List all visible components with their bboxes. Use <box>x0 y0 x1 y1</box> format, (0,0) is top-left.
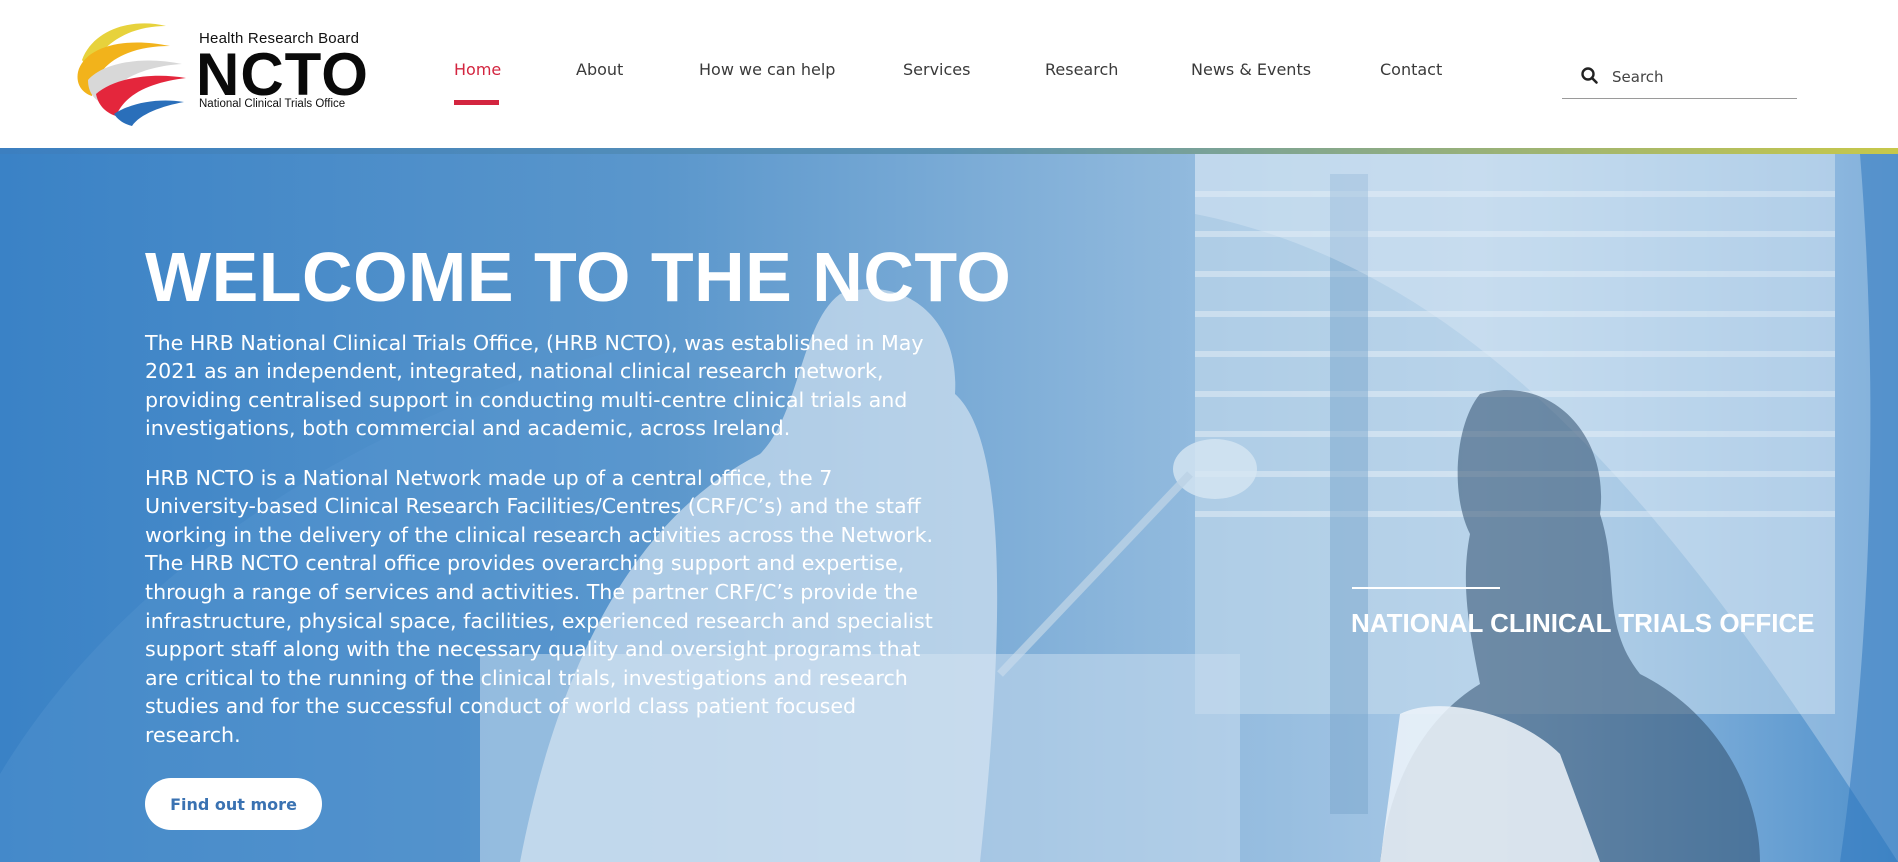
side-label-divider <box>1352 587 1500 589</box>
side-label: NATIONAL CLINICAL TRIALS OFFICE <box>1351 608 1815 638</box>
nav-how-we-can-help[interactable]: How we can help <box>699 60 835 79</box>
nav-news-events[interactable]: News & Events <box>1191 60 1311 79</box>
nav-about[interactable]: About <box>576 60 623 79</box>
hero-title: WELCOME TO THE NCTO <box>145 237 1012 316</box>
hero-paragraph-1: The HRB National Clinical Trials Office,… <box>145 330 924 441</box>
find-out-more-button[interactable]: Find out more <box>145 778 322 830</box>
hero-banner: WELCOME TO THE NCTO The HRB National Cli… <box>0 154 1898 862</box>
nav-active-indicator <box>454 100 499 105</box>
hero-paragraph-2: HRB NCTO is a National Network made up o… <box>145 465 934 747</box>
nav-research[interactable]: Research <box>1045 60 1118 79</box>
site-header: Health Research Board NCTO National Clin… <box>0 0 1898 148</box>
ncto-logo-icon <box>77 23 186 126</box>
search-input[interactable] <box>1610 62 1794 92</box>
logo-full-name: National Clinical Trials Office <box>199 98 346 110</box>
search-box <box>1562 58 1797 99</box>
site-logo[interactable]: Health Research Board NCTO National Clin… <box>74 20 368 130</box>
nav-contact[interactable]: Contact <box>1380 60 1442 79</box>
search-icon[interactable] <box>1580 66 1600 86</box>
nav-home[interactable]: Home <box>454 60 501 79</box>
nav-services[interactable]: Services <box>903 60 970 79</box>
